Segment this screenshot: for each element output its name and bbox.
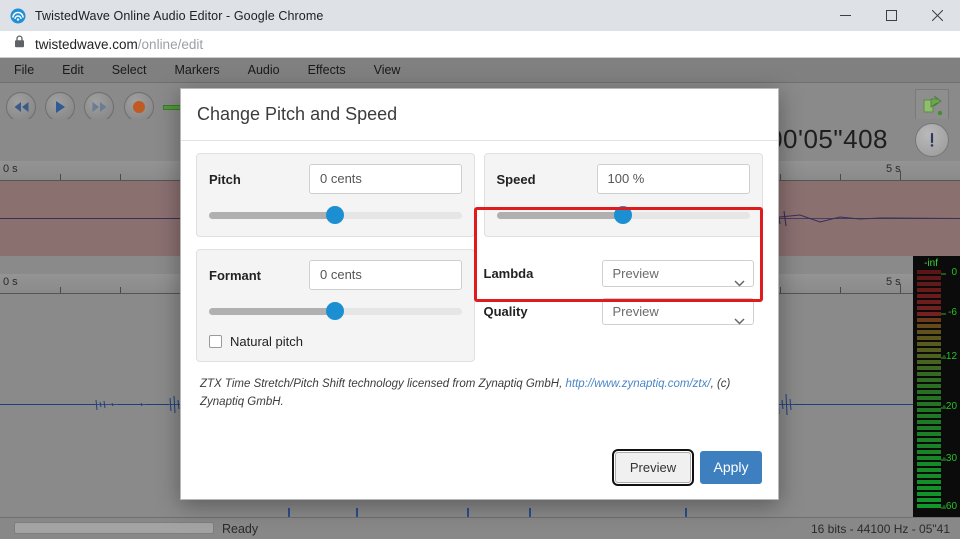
lambda-select[interactable]: Preview	[601, 260, 754, 287]
main-ruler-start-label: 0 s	[3, 276, 18, 288]
license-text: ZTX Time Stretch/Pitch Shift technology …	[200, 376, 759, 412]
exclamation-icon	[930, 132, 934, 147]
menu-item-effects[interactable]: Effects	[294, 58, 360, 83]
meter-label-12: -12	[942, 351, 957, 362]
chevron-down-icon	[733, 270, 745, 295]
record-icon	[133, 101, 145, 113]
pitch-label: Pitch	[209, 171, 241, 187]
license-text-before: ZTX Time Stretch/Pitch Shift technology …	[200, 378, 566, 390]
meter-label-30: -30	[942, 453, 957, 464]
dialog-footer: Preview Apply	[181, 435, 778, 499]
twistedwave-logo-icon	[10, 8, 26, 24]
status-audio-info: 16 bits - 44100 Hz - 05"41	[810, 521, 950, 536]
export-upload-icon[interactable]	[915, 89, 949, 123]
change-pitch-and-speed-dialog: Change Pitch and Speed Pitch 0 cents For…	[180, 88, 779, 500]
warning-button[interactable]	[915, 123, 949, 157]
meter-label-60: -60	[942, 501, 957, 512]
window-title: TwistedWave Online Audio Editor - Google…	[35, 8, 324, 23]
address-bar[interactable]: twistedwave.com/online/edit	[0, 31, 960, 58]
speed-slider-thumb[interactable]	[614, 206, 633, 224]
formant-label: Formant	[209, 267, 261, 283]
pitch-slider[interactable]	[209, 206, 462, 224]
play-icon	[56, 101, 65, 113]
formant-card: Formant 0 cents Natural pitch	[196, 249, 475, 362]
url-text: twistedwave.com/online/edit	[35, 37, 203, 52]
menu-item-edit[interactable]: Edit	[48, 58, 98, 83]
pitch-input[interactable]: 0 cents	[309, 164, 462, 194]
natural-pitch-label: Natural pitch	[230, 334, 303, 349]
dialog-right-column: Speed 100 % Lambda Preview Quality Previ…	[475, 153, 764, 362]
lambda-row: Lambda Preview	[484, 260, 764, 287]
natural-pitch-checkbox[interactable]	[209, 335, 222, 348]
meter-label-6: -6	[948, 307, 957, 318]
fast-forward-button[interactable]	[84, 92, 114, 122]
meter-label-20: -20	[942, 401, 957, 412]
quality-select[interactable]: Preview	[601, 298, 754, 325]
url-domain: twistedwave.com	[35, 36, 138, 52]
lambda-select-value: Preview	[612, 266, 659, 281]
menu-item-view[interactable]: View	[360, 58, 415, 83]
rewind-button[interactable]	[6, 92, 36, 122]
minimize-icon[interactable]	[822, 0, 868, 31]
main-ruler-end-label: 5 s	[886, 276, 901, 288]
horizontal-scrollbar[interactable]	[14, 522, 214, 534]
meter-label-inf: -inf	[924, 258, 938, 269]
formant-slider-thumb[interactable]	[326, 302, 345, 320]
rewind-icon	[14, 102, 28, 112]
pitch-card: Pitch 0 cents	[196, 153, 475, 237]
preview-button[interactable]: Preview	[612, 448, 694, 486]
time-display: 00'05"408	[768, 124, 888, 154]
quality-row: Quality Preview	[484, 298, 764, 325]
pitch-slider-fill	[209, 212, 336, 219]
play-button[interactable]	[45, 92, 75, 122]
pitch-slider-thumb[interactable]	[326, 206, 345, 224]
speed-input[interactable]: 100 %	[596, 164, 750, 194]
lambda-label: Lambda	[483, 266, 534, 281]
natural-pitch-row[interactable]: Natural pitch	[209, 334, 462, 349]
url-path: /online/edit	[137, 36, 204, 52]
maximize-icon[interactable]	[868, 0, 914, 31]
speed-row: Speed 100 %	[496, 164, 750, 194]
formant-row: Formant 0 cents	[209, 260, 462, 290]
dialog-columns: Pitch 0 cents Formant 0 cents Natural pi…	[196, 153, 763, 362]
apply-button[interactable]: Apply	[700, 450, 762, 484]
dialog-left-column: Pitch 0 cents Formant 0 cents Natural pi…	[196, 153, 475, 362]
quality-label: Quality	[483, 304, 528, 319]
meter-label-0: 0	[951, 267, 957, 278]
app-menubar: File Edit Select Markers Audio Effects V…	[0, 58, 960, 83]
ruler-start-label: 0 s	[3, 163, 18, 175]
browser-titlebar: TwistedWave Online Audio Editor - Google…	[0, 0, 960, 31]
speed-slider[interactable]	[496, 206, 750, 224]
speed-slider-fill	[496, 212, 624, 219]
dialog-body: Pitch 0 cents Formant 0 cents Natural pi…	[181, 141, 778, 412]
dropdown-group: Lambda Preview Quality Preview	[484, 260, 764, 325]
ruler-end-label: 5 s	[886, 163, 901, 175]
application-window: TwistedWave Online Audio Editor - Google…	[0, 0, 960, 539]
level-meter: -inf 0 -6 -12 -20 -30 -60	[913, 256, 960, 517]
record-button[interactable]	[124, 92, 154, 122]
close-icon[interactable]	[914, 0, 960, 31]
chevron-down-icon	[733, 308, 745, 333]
zynaptiq-link[interactable]: http://www.zynaptiq.com/ztx/	[565, 378, 710, 390]
menu-item-file[interactable]: File	[0, 58, 48, 83]
dialog-header: Change Pitch and Speed	[181, 89, 778, 141]
menu-item-select[interactable]: Select	[98, 58, 161, 83]
status-bar: Ready 16 bits - 44100 Hz - 05"41	[0, 517, 960, 539]
formant-slider-fill	[209, 308, 336, 315]
status-ready-text: Ready	[222, 521, 259, 536]
window-controls	[822, 0, 960, 31]
quality-select-value: Preview	[612, 304, 659, 319]
fast-forward-icon	[92, 102, 106, 112]
dialog-title: Change Pitch and Speed	[197, 104, 398, 124]
speed-card: Speed 100 %	[483, 153, 763, 237]
menu-item-markers[interactable]: Markers	[160, 58, 233, 83]
level-meter-labels: -inf 0 -6 -12 -20 -30 -60	[924, 256, 958, 517]
formant-slider[interactable]	[209, 302, 462, 320]
menu-item-audio[interactable]: Audio	[234, 58, 294, 83]
pitch-row: Pitch 0 cents	[209, 164, 462, 194]
formant-input[interactable]: 0 cents	[309, 260, 462, 290]
lock-icon	[14, 35, 25, 53]
speed-label: Speed	[496, 171, 536, 187]
